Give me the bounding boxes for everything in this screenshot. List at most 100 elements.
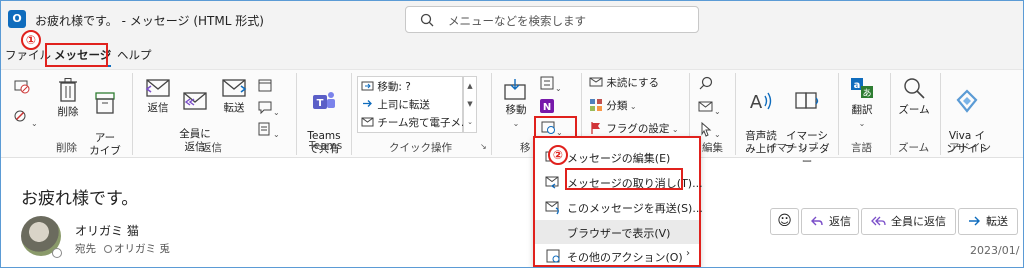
more-respond-button[interactable]: ⌄ — [257, 121, 280, 140]
rules-button[interactable]: ⌄ — [539, 75, 562, 94]
sender-name[interactable]: オリガミ 猫 — [75, 222, 139, 239]
forward-icon — [222, 79, 247, 97]
rules-icon — [540, 76, 554, 90]
marker-2: ② — [548, 145, 568, 165]
flag-icon — [591, 122, 600, 134]
report-button[interactable]: ⌄ — [13, 108, 38, 129]
reply-button[interactable]: 返信 — [143, 77, 173, 115]
highlight-box-recall — [565, 168, 683, 190]
quick-step-move-label: 移動: ? — [377, 81, 411, 93]
find-icon — [699, 76, 713, 90]
archive-icon — [95, 92, 115, 114]
menu-item-other-actions[interactable]: その他のアクション(O) › — [535, 244, 699, 267]
ribbon-separator — [735, 73, 736, 155]
search-placeholder: メニューなどを検索します — [448, 14, 586, 28]
marker-1: ① — [21, 30, 41, 50]
cursor-icon — [701, 121, 712, 137]
zoom-button[interactable]: ズーム — [894, 75, 934, 117]
header-reply-button[interactable]: 返信 — [801, 208, 859, 235]
message-actions-icon — [541, 121, 555, 134]
forward-button[interactable]: 転送 — [219, 77, 249, 115]
submenu-arrow-icon: › — [686, 248, 690, 259]
group-label-language: 言語 — [851, 142, 872, 154]
svg-text:T: T — [317, 98, 324, 109]
menu-item-view-in-browser[interactable]: ブラウザーで表示(V) — [535, 220, 699, 244]
archive-button[interactable]: アー カイブ — [89, 77, 121, 158]
reply-all-arrow-icon — [871, 216, 886, 226]
report-icon — [14, 110, 26, 122]
ribbon-separator — [296, 73, 297, 155]
recall-message-icon — [545, 176, 559, 189]
message-date: 2023/01/ — [970, 244, 1020, 257]
meeting-reply-button[interactable] — [257, 77, 273, 96]
group-label-addin: アドイン — [949, 142, 991, 154]
delete-button[interactable]: 削除 — [53, 77, 83, 119]
quick-step-to-manager-label: 上司に転送 — [377, 99, 430, 111]
mail-icon — [361, 117, 374, 127]
quick-step-team-email[interactable]: チーム宛て電子メ... — [361, 115, 471, 130]
unread-mail-icon — [589, 77, 603, 87]
flag-button[interactable]: フラグの設定 ⌄ — [589, 121, 679, 136]
move-button[interactable]: 移動 ⌄ — [501, 77, 531, 130]
header-reply-all-button[interactable]: 全員に返信 — [861, 208, 956, 235]
recipient-name[interactable]: オリガミ 兎 — [114, 243, 170, 255]
categorize-button[interactable]: 分類 ⌄ — [589, 98, 637, 113]
ribbon-separator — [940, 73, 941, 155]
read-aloud-icon: A — [750, 92, 772, 113]
quick-step-team-email-label: チーム宛て電子メ... — [377, 117, 472, 129]
window-title: お疲れ様です。 - メッセージ (HTML 形式) — [35, 14, 264, 28]
recipient-line: 宛先 オリガミ 兎 — [75, 241, 170, 256]
mark-unread-button[interactable]: 未読にする — [589, 75, 659, 90]
search-box[interactable]: メニューなどを検索します — [405, 6, 699, 33]
quick-step-move[interactable]: 移動: ? — [361, 79, 411, 94]
group-label-quick-steps: クイック操作 — [389, 142, 452, 154]
categorize-icon — [590, 99, 602, 111]
outlook-message-window: O お疲れ様です。 - メッセージ (HTML 形式) メニューなどを検索します… — [0, 0, 1024, 268]
move-icon — [504, 79, 526, 100]
flag-label: フラグの設定 — [606, 123, 670, 135]
onenote-button[interactable]: N — [539, 98, 555, 117]
archive-label: アー カイブ — [89, 132, 121, 157]
message-subject: お疲れ様です。 — [21, 189, 139, 209]
delete-label: 削除 — [57, 106, 79, 118]
related-button[interactable]: ⌄ — [698, 98, 721, 117]
quick-step-to-manager[interactable]: 上司に転送 — [361, 97, 430, 112]
tab-help[interactable]: ヘルプ — [117, 47, 152, 63]
menu-item-label: ブラウザーで表示(V) — [567, 227, 671, 240]
ribbon-separator — [132, 73, 133, 155]
outlook-app-icon[interactable]: O — [8, 10, 26, 28]
group-label-editing: 編集 — [702, 142, 723, 154]
select-button[interactable]: ⌄ — [698, 121, 721, 140]
reply-label: 返信 — [147, 102, 169, 114]
menu-bar — [1, 39, 1023, 69]
quick-steps-launcher[interactable]: ↘ — [480, 142, 487, 151]
translate-label: 翻訳 — [851, 104, 873, 116]
more-actions-icon — [546, 249, 560, 263]
group-label-delete: 削除 — [56, 142, 77, 154]
ignore-button[interactable] — [13, 77, 31, 98]
header-forward-label: 転送 — [986, 215, 1008, 228]
translate-icon: aあ — [851, 78, 873, 99]
chat-icon — [258, 101, 272, 115]
translate-button[interactable]: aあ 翻訳 ⌄ — [845, 75, 879, 130]
resend-icon — [545, 201, 559, 215]
search-icon — [420, 13, 434, 27]
onenote-icon: N — [540, 99, 554, 113]
move-folder-icon — [361, 81, 374, 91]
title-bar: O お疲れ様です。 - メッセージ (HTML 形式) メニューなどを検索します — [1, 1, 1023, 39]
move-label: 移動 — [505, 104, 527, 116]
reply-icon — [145, 79, 170, 97]
find-button[interactable] — [698, 75, 714, 94]
menu-item-label: メッセージの編集(E) — [567, 152, 671, 165]
to-label: 宛先 — [75, 243, 96, 255]
im-reply-button[interactable]: ⌄ — [257, 99, 280, 118]
header-reply-all-label: 全員に返信 — [891, 215, 946, 228]
emoji-reaction-button[interactable]: ☺ — [770, 208, 799, 235]
presence-indicator — [52, 248, 62, 258]
group-label-respond: 返信 — [201, 142, 222, 154]
menu-item-resend-message[interactable]: このメッセージを再送(S)... — [535, 195, 703, 219]
zoom-label: ズーム — [898, 104, 930, 116]
forward-label: 転送 — [223, 102, 245, 114]
header-forward-button[interactable]: 転送 — [958, 208, 1018, 235]
quick-steps-scroll[interactable]: ▲ ▼ ⌄ — [463, 76, 477, 133]
